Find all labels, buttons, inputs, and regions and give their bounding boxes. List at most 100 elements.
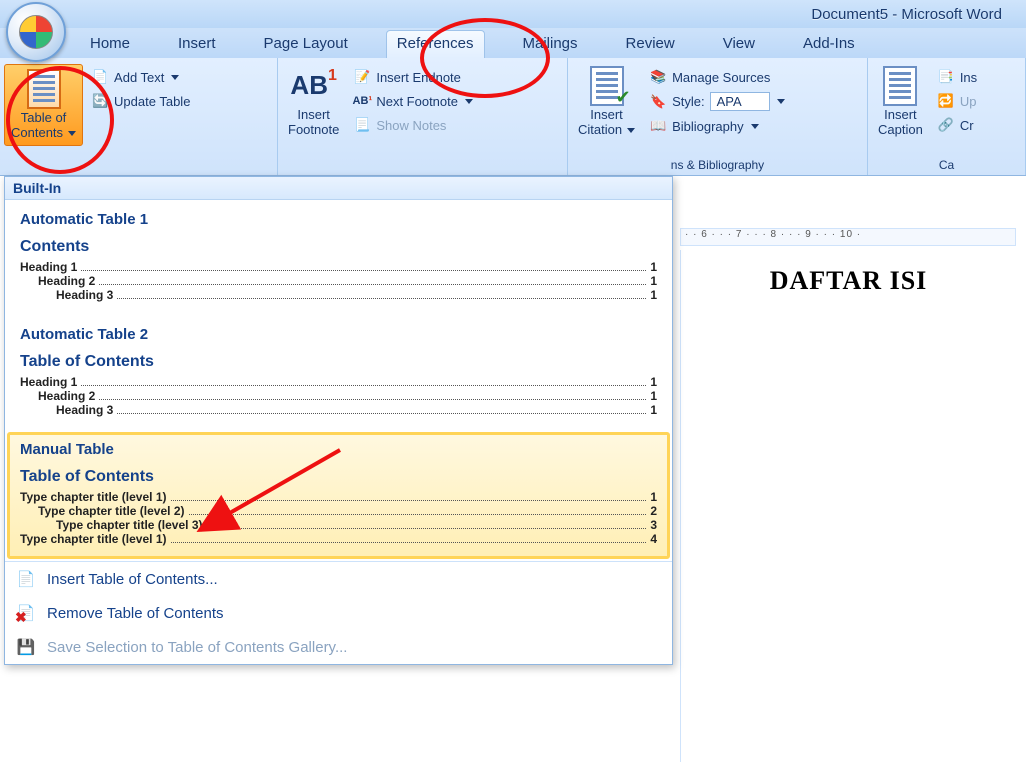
gallery-preview-title: Table of Contents [20, 468, 657, 486]
toc-preview-row: Type chapter title (level 2)2 [20, 504, 657, 518]
window-title: Document5 - Microsoft Word [811, 6, 1002, 23]
update-table-label: Update Table [114, 94, 190, 109]
manage-sources-icon: 📚 [649, 68, 667, 86]
captions-group-label: Ca [872, 156, 1021, 175]
footnote-icon: AB1 [294, 66, 334, 106]
toc-preview-row: Heading 31 [20, 288, 657, 302]
chevron-down-icon [627, 128, 635, 133]
table-of-contents-button[interactable]: Table of Contents [4, 64, 83, 146]
toc-gallery: Built-In Automatic Table 1 Contents Headin… [4, 176, 673, 665]
toc-preview-row: Heading 11 [20, 375, 657, 389]
toc-preview-row: Type chapter title (level 1)4 [20, 532, 657, 546]
next-footnote-label: Next Footnote [376, 94, 458, 109]
insert-citation-button[interactable]: ✔ Insert Citation [572, 62, 641, 142]
next-footnote-button[interactable]: AB¹ Next Footnote [349, 90, 477, 112]
manage-sources-button[interactable]: 📚 Manage Sources [645, 66, 789, 88]
horizontal-ruler[interactable]: · · 6 · · · 7 · · · 8 · · · 9 · · · 10 · [680, 228, 1016, 246]
ribbon-tabs: Home Insert Page Layout References Maili… [0, 28, 1026, 58]
chevron-down-icon [751, 124, 759, 129]
update-table-icon: 🔄 [91, 92, 109, 110]
document-area[interactable]: DAFTAR ISI [680, 250, 1016, 762]
citation-icon: ✔ [587, 66, 627, 106]
insert-tof-button[interactable]: 📑Ins [933, 66, 981, 88]
chevron-down-icon [68, 131, 76, 136]
endnote-icon: 📝 [353, 68, 371, 86]
add-text-button[interactable]: 📄 Add Text [87, 66, 194, 88]
remove-toc-command[interactable]: 📄✖ Remove Table of Contents [5, 596, 672, 630]
gallery-item-title: Automatic Table 1 [20, 211, 657, 228]
insert-footnote-button[interactable]: AB1 Insert Footnote [282, 62, 345, 142]
toc-label-2: Contents [11, 126, 63, 141]
office-logo-icon [19, 15, 53, 49]
title-bar: Document5 - Microsoft Word [0, 0, 1026, 28]
insert-citation-l2: Citation [578, 123, 622, 138]
tof-icon: 📑 [937, 68, 955, 86]
update-icon: 🔁 [937, 92, 955, 110]
bibliography-button[interactable]: 📖 Bibliography [645, 115, 789, 137]
save-gallery-icon: 💾 [15, 636, 37, 658]
save-selection-command: 💾 Save Selection to Table of Contents Ga… [5, 630, 672, 664]
gallery-section-builtin: Built-In [5, 177, 672, 200]
insert-endnote-label: Insert Endnote [376, 70, 461, 85]
update-table-button[interactable]: 🔄 Update Table [87, 90, 194, 112]
crossref-icon: 🔗 [937, 116, 955, 134]
insert-endnote-button[interactable]: 📝 Insert Endnote [349, 66, 477, 88]
cross-reference-button[interactable]: 🔗Cr [933, 114, 981, 136]
toc-small-icon: 📄 [15, 568, 37, 590]
gallery-item-1[interactable]: Automatic Table 2 Table of Contents Headin… [7, 317, 670, 430]
show-notes-icon: 📃 [353, 116, 371, 134]
style-label: Style: [672, 94, 705, 109]
toc-label-1: Table of [21, 111, 67, 126]
tab-mailings[interactable]: Mailings [513, 31, 588, 58]
office-button[interactable] [6, 2, 66, 62]
bibliography-icon: 📖 [649, 117, 667, 135]
chevron-down-icon [465, 99, 473, 104]
bibliography-label: Bibliography [672, 119, 744, 134]
save-selection-label: Save Selection to Table of Contents Gall… [47, 639, 347, 656]
chevron-down-icon [777, 99, 785, 104]
citation-style-selector[interactable]: 🔖 Style: APA [645, 90, 789, 113]
style-icon: 🔖 [649, 93, 667, 111]
toc-preview-row: Type chapter title (level 1)1 [20, 490, 657, 504]
tab-insert[interactable]: Insert [168, 31, 226, 58]
insert-footnote-l2: Footnote [288, 123, 339, 138]
style-value[interactable]: APA [710, 92, 770, 111]
next-footnote-icon: AB¹ [353, 92, 371, 110]
manage-sources-label: Manage Sources [672, 70, 770, 85]
ribbon: Table of Contents 📄 Add Text 🔄 Update Ta… [0, 58, 1026, 176]
show-notes-button[interactable]: 📃 Show Notes [349, 114, 477, 136]
tab-addins[interactable]: Add-Ins [793, 31, 865, 58]
tab-view[interactable]: View [713, 31, 765, 58]
insert-caption-l1: Insert [884, 108, 917, 123]
update-tof-button[interactable]: 🔁Up [933, 90, 981, 112]
tab-page-layout[interactable]: Page Layout [254, 31, 358, 58]
gallery-preview-title: Table of Contents [20, 353, 657, 371]
citations-group-label: ns & Bibliography [572, 156, 863, 175]
toc-preview-row: Heading 21 [20, 274, 657, 288]
toc-preview-row: Type chapter title (level 3)3 [20, 518, 657, 532]
insert-citation-l1: Insert [590, 108, 623, 123]
tab-home[interactable]: Home [80, 31, 140, 58]
toc-preview-row: Heading 21 [20, 389, 657, 403]
gallery-item-0[interactable]: Automatic Table 1ContentsHeading 11Headi… [7, 202, 670, 315]
gallery-item-title: Manual Table [20, 441, 657, 458]
tab-references[interactable]: References [386, 30, 485, 58]
remove-toc-label: Remove Table of Contents [47, 605, 224, 622]
insert-toc-label: Insert Table of Contents... [47, 571, 218, 588]
insert-caption-button[interactable]: Insert Caption [872, 62, 929, 142]
toc-preview-row: Heading 11 [20, 260, 657, 274]
document-heading: DAFTAR ISI [681, 266, 1016, 296]
tab-review[interactable]: Review [616, 31, 685, 58]
gallery-item-2[interactable]: Manual Table Table of Contents Type chapte… [7, 432, 670, 559]
gallery-preview-title: Contents [20, 238, 657, 256]
caption-icon [880, 66, 920, 106]
chevron-down-icon [171, 75, 179, 80]
insert-caption-l2: Caption [878, 123, 923, 138]
gallery-item-title: Automatic Table 2 [20, 326, 657, 343]
gallery-commands: 📄 Insert Table of Contents... 📄✖ Remove … [5, 561, 672, 664]
add-text-label: Add Text [114, 70, 164, 85]
show-notes-label: Show Notes [376, 118, 446, 133]
ab-text: AB [290, 71, 328, 101]
remove-toc-icon: 📄✖ [15, 602, 37, 624]
insert-toc-command[interactable]: 📄 Insert Table of Contents... [5, 562, 672, 596]
